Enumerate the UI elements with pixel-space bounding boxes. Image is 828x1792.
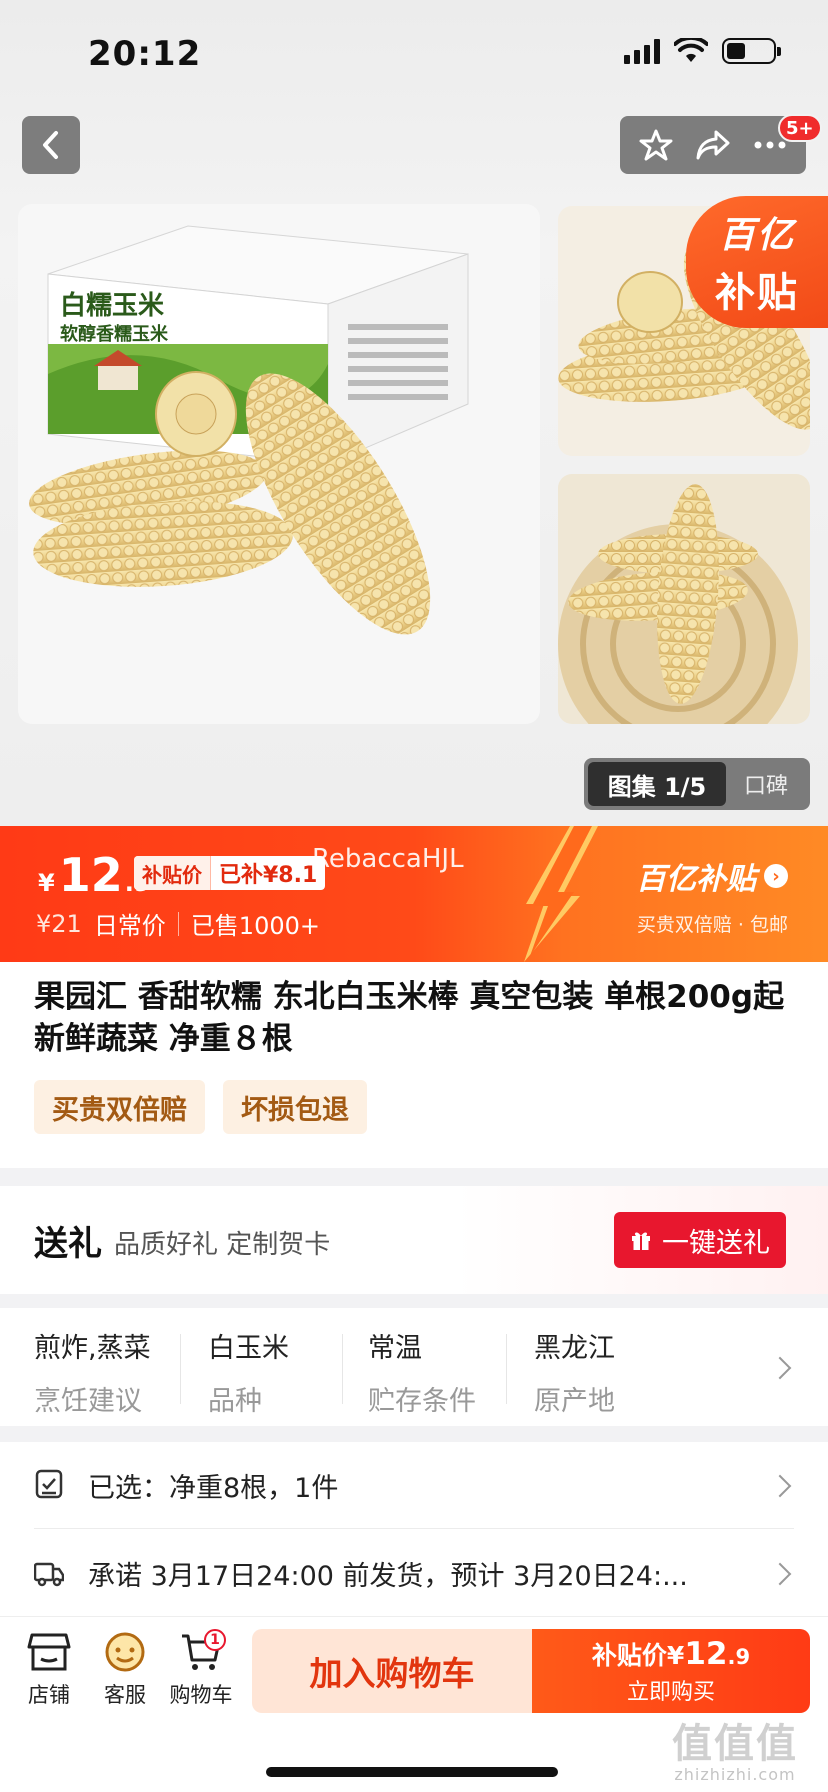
gift-section: 送礼 品质好礼 定制贺卡 一键送礼 — [0, 1186, 828, 1294]
watermark-logo-text: 值值值 — [672, 1721, 798, 1767]
gallery-tab-images[interactable]: 图集 1/5 — [588, 762, 726, 806]
send-gift-button[interactable]: 一键送礼 — [614, 1212, 786, 1268]
home-indicator[interactable] — [266, 1767, 558, 1777]
box-sub-text: 软醇香糯玉米 — [60, 323, 169, 345]
buy-price-integer: 12 — [684, 1636, 728, 1672]
buy-now-label: 立即购买 — [626, 1680, 715, 1705]
chevron-right-icon: › — [764, 864, 788, 888]
battery-icon — [722, 38, 781, 64]
back-button[interactable] — [22, 116, 80, 174]
main-product-image[interactable]: 白糯玉米 软醇香糯玉米 — [18, 204, 540, 724]
gift-title: 送礼 — [34, 1224, 102, 1264]
spec-value: 常温 — [368, 1333, 422, 1364]
divider — [180, 1334, 181, 1404]
buy-price: 补贴价¥ 12 .9 — [592, 1636, 750, 1672]
signal-icon — [624, 38, 660, 64]
product-info-card: 果园汇 香甜软糯 东北白玉米棒 真空包装 单根200g起 新鲜蔬菜 净重８根 买… — [0, 962, 828, 1168]
shop-label: 店铺 — [28, 1683, 70, 1707]
spec-key: 品种 — [208, 1386, 262, 1417]
price-integer: 12 — [58, 848, 123, 902]
subsidy-brand-title: 百亿补贴 — [636, 862, 756, 897]
shipping-row[interactable]: 承诺 3月17日24:00 前发货，预计 3月20日24:... — [0, 1530, 828, 1616]
site-watermark: 值值值 zhizhizhi.com — [672, 1711, 798, 1784]
lightning-icon — [524, 826, 598, 962]
divider — [342, 1334, 343, 1404]
selected-sku-row[interactable]: 已选：净重8根，1件 — [0, 1442, 828, 1528]
guarantee-badge-price[interactable]: 买贵双倍赔 — [34, 1080, 205, 1134]
shop-button[interactable]: 店铺 — [14, 1631, 84, 1709]
truck-icon — [34, 1562, 64, 1587]
spec-variety: 白玉米 品种 — [208, 1326, 289, 1418]
status-time: 20:12 — [88, 34, 202, 74]
product-page: 白糯玉米 软醇香糯玉米 百亿 补贴 图集 1/5 口碑 20:12 5+ ¥ 1… — [0, 0, 828, 1792]
divider — [506, 1334, 507, 1404]
buy-now-button[interactable]: 补贴价¥ 12 .9 立即购买 — [532, 1629, 810, 1713]
chevron-left-icon — [43, 131, 58, 159]
subsidy-brand[interactable]: 百亿补贴 › 买贵双倍赔 · 包邮 — [636, 854, 788, 937]
price-subline: ¥21 日常价 已售1000+ — [36, 906, 320, 941]
shop-icon — [27, 1633, 71, 1671]
service-icon — [105, 1632, 145, 1672]
cart-count-badge: 1 — [204, 1629, 226, 1651]
thumbnail-image-2[interactable] — [558, 474, 810, 724]
gallery-tab-reviews[interactable]: 口碑 — [726, 768, 806, 800]
watermark-url: zhizhizhi.com — [674, 1765, 796, 1784]
spec-cooking: 煎炸,蒸菜 烹饪建议 — [34, 1326, 151, 1418]
subsidy-corner-badge: 百亿 补贴 — [686, 196, 828, 328]
star-icon — [639, 129, 673, 161]
original-price: ¥21 — [36, 909, 82, 938]
divider — [34, 1528, 794, 1529]
chevron-right-icon — [768, 1356, 792, 1380]
send-gift-label: 一键送礼 — [662, 1227, 770, 1259]
guarantee-badge-damage[interactable]: 坏损包退 — [223, 1080, 367, 1134]
subsidy-badge-line2: 补贴 — [715, 270, 799, 316]
gift-icon — [632, 1232, 650, 1250]
spec-value: 白玉米 — [208, 1333, 289, 1364]
spec-value: 煎炸,蒸菜 — [34, 1333, 151, 1364]
subsidy-brand-sub: 买贵双倍赔 · 包邮 — [636, 914, 788, 936]
price-banner[interactable]: ¥ 12 .9 补贴价 已补¥8.1 RebaccaHJL ¥21 日常价 已售… — [0, 826, 828, 962]
gallery-toggle[interactable]: 图集 1/5 口碑 — [584, 758, 810, 810]
original-price-label: 日常价 — [93, 912, 166, 940]
buy-price-label: 补贴价¥ — [591, 1641, 685, 1670]
buy-price-decimal: .9 — [727, 1645, 751, 1669]
user-watermark: RebaccaHJL — [312, 844, 464, 874]
share-icon — [696, 130, 730, 160]
spec-key: 原产地 — [534, 1386, 615, 1417]
selected-sku-text: 已选：净重8根，1件 — [88, 1473, 339, 1504]
subsidy-saving: 已补¥8.1 — [219, 863, 318, 888]
box-brand-text: 白糯玉米 — [60, 290, 164, 321]
share-button[interactable] — [691, 123, 735, 167]
subsidy-badge-line1: 百亿 — [718, 215, 795, 256]
service-label: 客服 — [104, 1683, 146, 1707]
spec-storage: 常温 贮存条件 — [368, 1326, 476, 1418]
more-icon — [754, 141, 786, 149]
cart-label: 购物车 — [169, 1683, 233, 1707]
message-count-badge: 5+ — [778, 114, 822, 142]
spec-key: 烹饪建议 — [34, 1386, 142, 1417]
subsidy-price-tag: 补贴价 已补¥8.1 — [134, 856, 326, 890]
spec-key: 贮存条件 — [368, 1386, 476, 1417]
product-specs[interactable]: 煎炸,蒸菜 烹饪建议 白玉米 品种 常温 贮存条件 黑龙江 原产地 — [0, 1308, 828, 1426]
price-currency: ¥ — [38, 869, 55, 897]
gift-description: 品质好礼 定制贺卡 — [114, 1230, 331, 1260]
subsidy-price-label: 补贴价 — [134, 856, 211, 890]
chevron-right-icon — [768, 1562, 792, 1586]
add-to-cart-button[interactable]: 加入购物车 — [252, 1629, 532, 1713]
bottom-action-bar: 店铺 客服 购物车 1 加入购物车 补贴价¥ 12 .9 立即购买 值值值 zh… — [0, 1616, 828, 1792]
chevron-right-icon — [768, 1474, 792, 1498]
divider — [177, 911, 179, 936]
purchase-options: 已选：净重8根，1件 承诺 3月17日24:00 前发货，预计 3月20日24:… — [0, 1442, 828, 1616]
spec-value: 黑龙江 — [534, 1333, 615, 1364]
product-title[interactable]: 果园汇 香甜软糯 东北白玉米棒 真空包装 单根200g起 新鲜蔬菜 净重８根 — [34, 976, 790, 1060]
customer-service-button[interactable]: 客服 — [90, 1631, 160, 1709]
wifi-icon — [674, 38, 708, 62]
spec-origin: 黑龙江 原产地 — [534, 1326, 615, 1418]
status-bar: 20:12 — [0, 0, 828, 110]
shipping-text: 承诺 3月17日24:00 前发货，预计 3月20日24:... — [88, 1561, 688, 1592]
sold-count: 已售1000+ — [190, 912, 320, 940]
selection-icon — [35, 1469, 63, 1499]
favorite-button[interactable] — [634, 123, 678, 167]
